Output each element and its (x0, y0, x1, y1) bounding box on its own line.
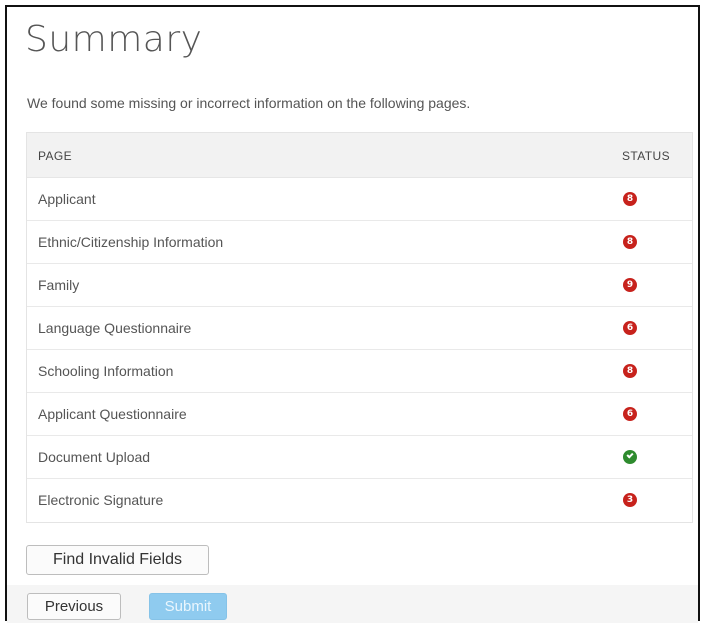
error-count-badge: 6 (623, 407, 637, 421)
summary-table: PAGE STATUS Applicant 8 Ethnic/Citizensh… (26, 132, 693, 523)
table-row[interactable]: Applicant Questionnaire 6 (27, 393, 692, 436)
find-invalid-fields-button[interactable]: Find Invalid Fields (26, 545, 209, 575)
error-count-badge: 9 (623, 278, 637, 292)
table-row[interactable]: Ethnic/Citizenship Information 8 (27, 221, 692, 264)
row-page-name[interactable]: Electronic Signature (38, 492, 163, 508)
summary-message: We found some missing or incorrect infor… (27, 95, 471, 111)
summary-panel: Summary We found some missing or incorre… (5, 5, 700, 623)
table-row[interactable]: Applicant 8 (27, 178, 692, 221)
column-header-page: PAGE (38, 149, 73, 163)
table-row[interactable]: Schooling Information 8 (27, 350, 692, 393)
row-page-name[interactable]: Applicant Questionnaire (38, 406, 187, 422)
error-count-badge: 8 (623, 364, 637, 378)
error-count-badge: 3 (623, 493, 637, 507)
table-row[interactable]: Language Questionnaire 6 (27, 307, 692, 350)
check-icon (623, 450, 637, 464)
error-count-badge: 6 (623, 321, 637, 335)
previous-button[interactable]: Previous (27, 593, 121, 620)
column-header-status: STATUS (622, 149, 670, 163)
row-page-name[interactable]: Document Upload (38, 449, 150, 465)
row-page-name[interactable]: Ethnic/Citizenship Information (38, 234, 223, 250)
submit-button[interactable]: Submit (149, 593, 227, 620)
error-count-badge: 8 (623, 235, 637, 249)
table-row[interactable]: Family 9 (27, 264, 692, 307)
table-row[interactable]: Document Upload (27, 436, 692, 479)
row-page-name[interactable]: Language Questionnaire (38, 320, 191, 336)
row-page-name[interactable]: Family (38, 277, 79, 293)
table-header: PAGE STATUS (27, 133, 692, 178)
page-title: Summary (25, 19, 203, 60)
table-row[interactable]: Electronic Signature 3 (27, 479, 692, 522)
error-count-badge: 8 (623, 192, 637, 206)
row-page-name[interactable]: Applicant (38, 191, 96, 207)
row-page-name[interactable]: Schooling Information (38, 363, 173, 379)
